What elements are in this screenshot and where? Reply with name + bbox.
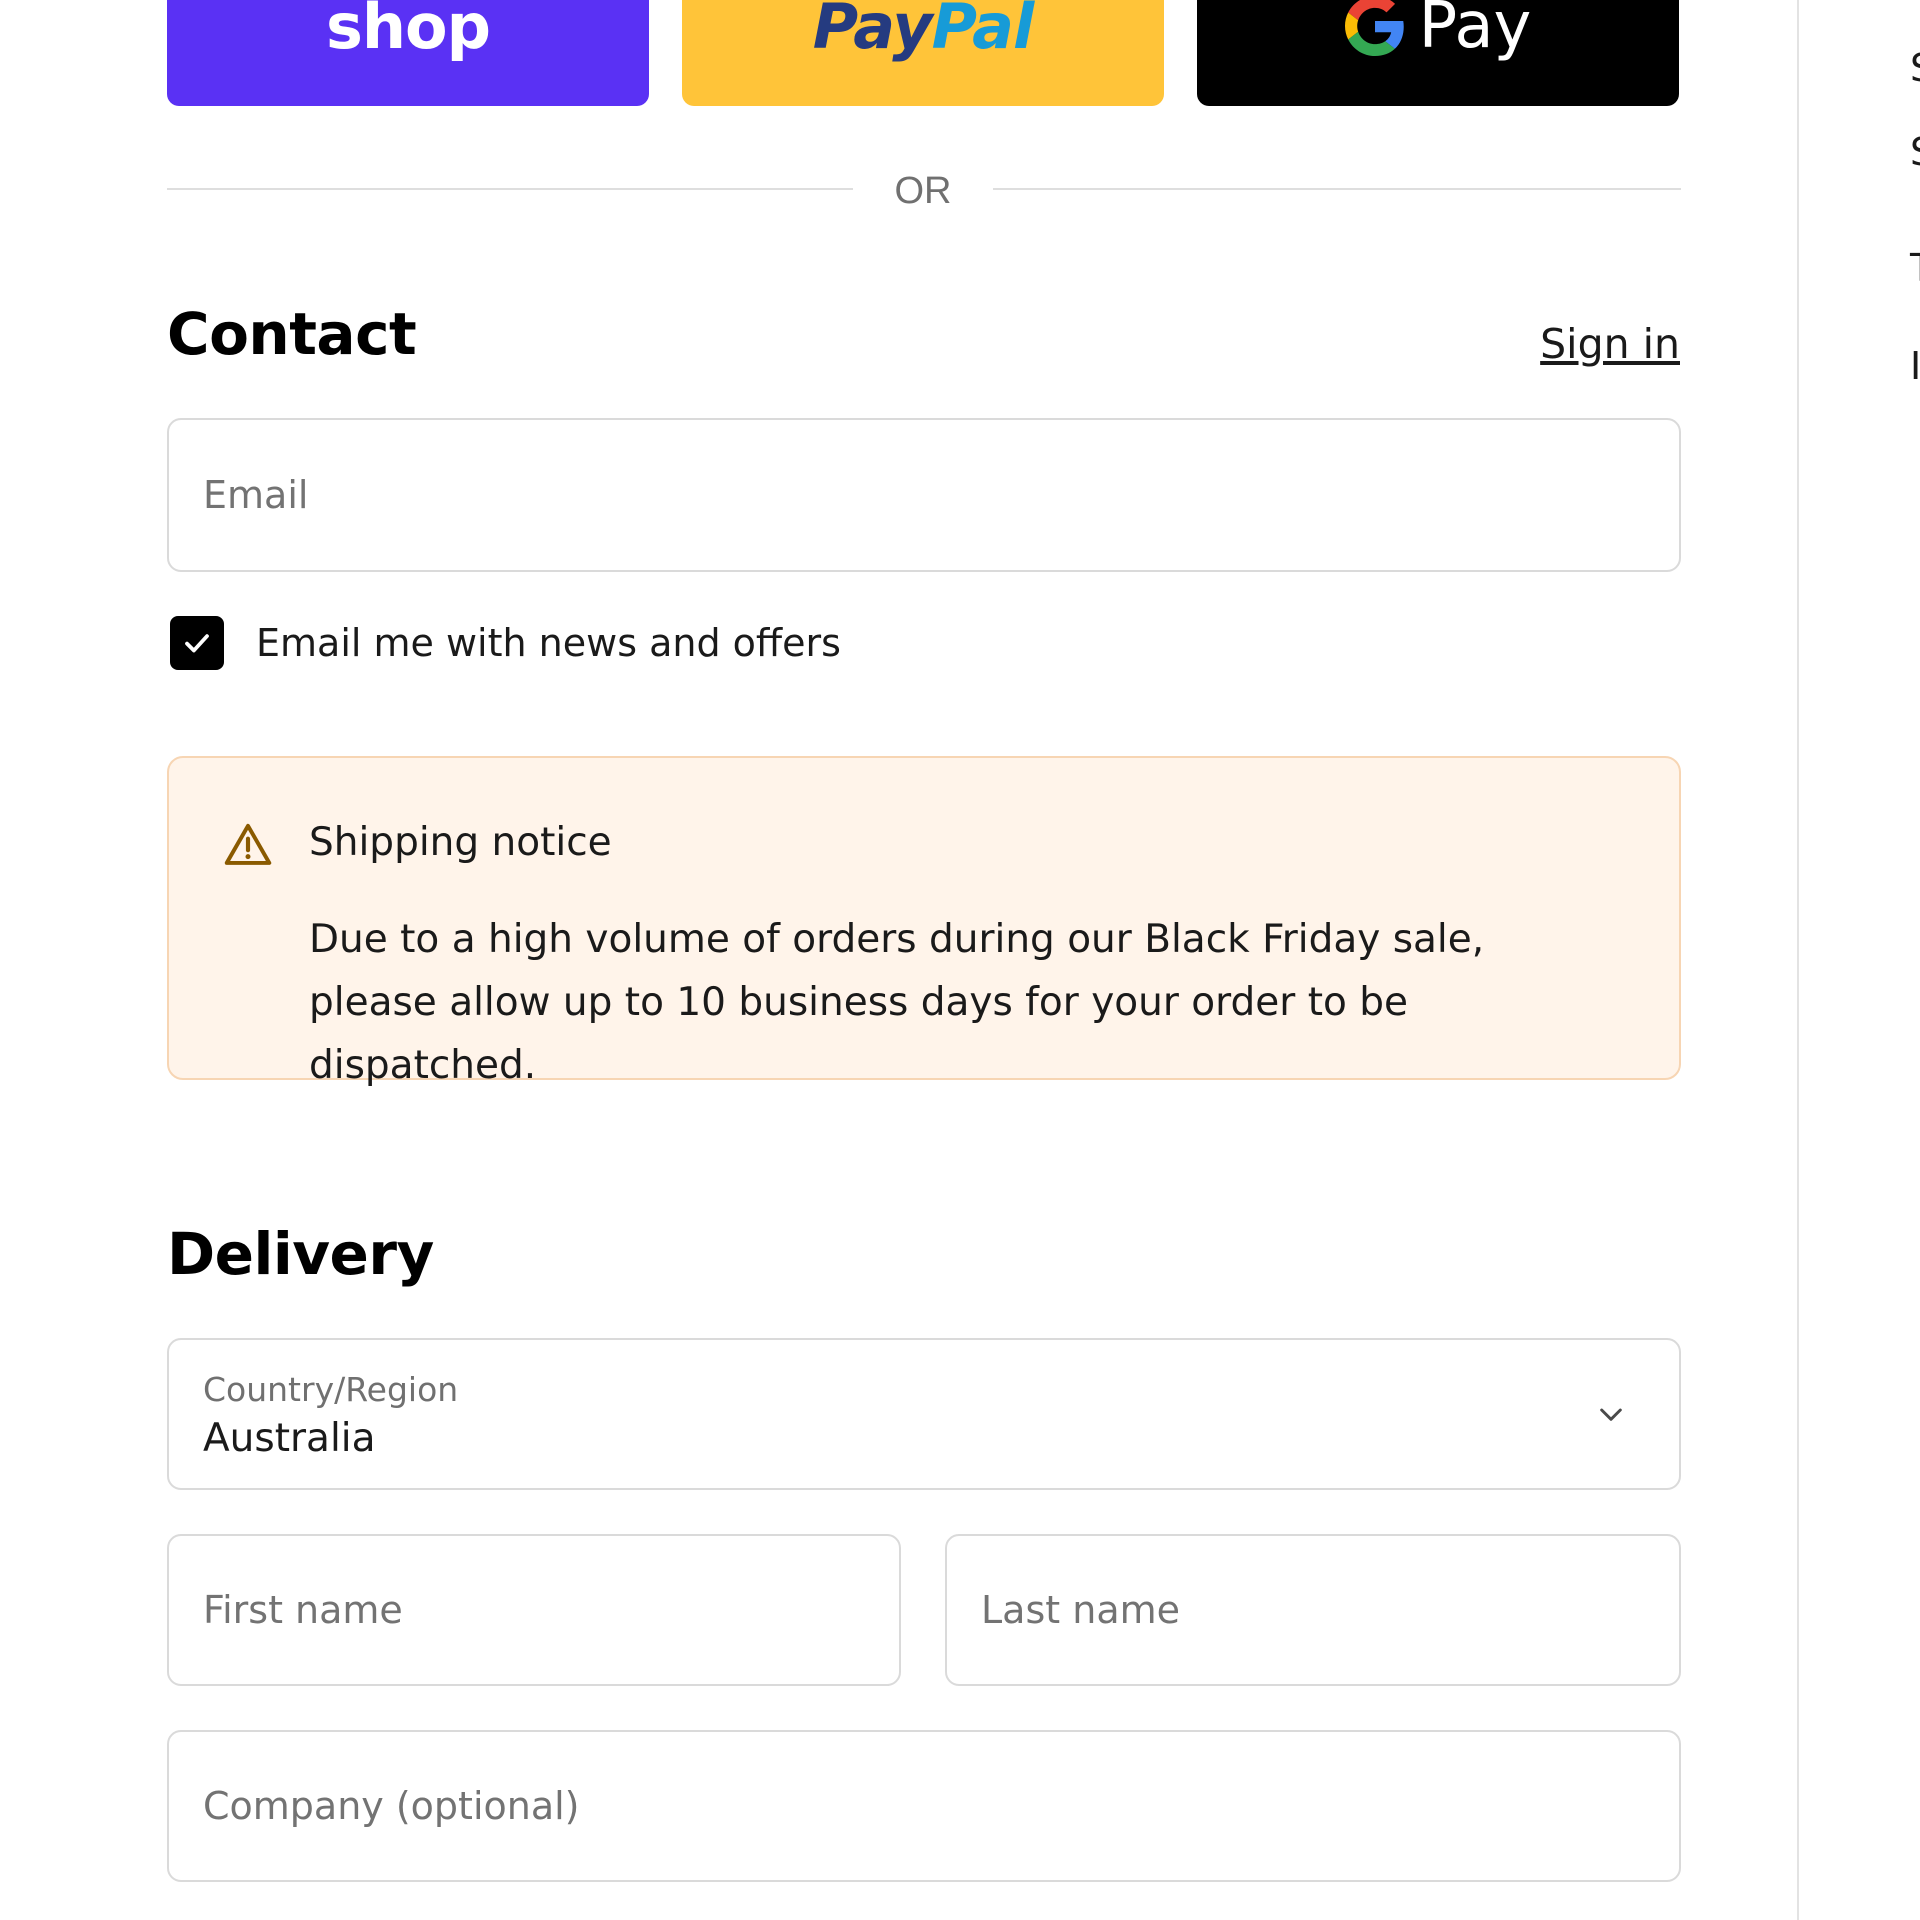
notice-body: Due to a high volume of orders during ou… xyxy=(309,917,1485,1088)
country-region-label: Country/Region xyxy=(203,1370,459,1409)
shop-pay-label: shop xyxy=(325,0,491,63)
order-summary-edge: I xyxy=(1910,344,1920,388)
sign-in-link[interactable]: Sign in xyxy=(1540,320,1680,368)
google-pay-button[interactable]: Pay xyxy=(1197,0,1679,106)
first-name-input[interactable] xyxy=(169,1536,899,1684)
express-checkout: shop PayPal Pay xyxy=(167,0,1681,106)
warning-triangle-icon xyxy=(224,823,272,865)
country-region-select[interactable]: Country/Region Australia xyxy=(167,1338,1681,1490)
order-summary-edge: S xyxy=(1910,46,1920,90)
column-divider xyxy=(1797,0,1799,1920)
delivery-heading: Delivery xyxy=(167,1220,434,1288)
or-divider: OR xyxy=(167,170,1681,212)
divider-line-left xyxy=(167,188,853,190)
country-region-value: Australia xyxy=(203,1416,376,1461)
shipping-notice-banner: Shipping notice Due to a high volume of … xyxy=(167,756,1681,1088)
shop-pay-button[interactable]: shop xyxy=(167,0,649,106)
google-pay-logo: Pay xyxy=(1344,0,1532,63)
newsletter-checkbox[interactable] xyxy=(170,616,224,670)
checkout-page: shop PayPal Pay OR Contact Sign in Email… xyxy=(0,0,1920,1920)
google-g-icon xyxy=(1344,0,1404,56)
paypal-logo: PayPal xyxy=(812,0,1035,63)
chevron-down-icon xyxy=(1600,1408,1622,1421)
last-name-field xyxy=(945,1534,1681,1686)
newsletter-checkbox-label: Email me with news and offers xyxy=(256,621,841,665)
divider-text: OR xyxy=(894,170,952,212)
company-input[interactable] xyxy=(169,1732,1679,1880)
paypal-logo-pay: Pay xyxy=(812,0,933,63)
divider-line-right xyxy=(993,188,1681,190)
newsletter-checkbox-row[interactable]: Email me with news and offers xyxy=(170,616,841,670)
email-input[interactable] xyxy=(169,420,1679,570)
paypal-logo-pal: Pal xyxy=(931,0,1035,63)
order-summary-edge: T xyxy=(1910,246,1920,290)
checkmark-icon xyxy=(185,634,209,653)
last-name-input[interactable] xyxy=(947,1536,1679,1684)
contact-heading: Contact xyxy=(167,300,417,368)
company-field xyxy=(167,1730,1681,1882)
google-pay-label: Pay xyxy=(1418,0,1532,63)
notice-title: Shipping notice xyxy=(309,820,612,865)
order-summary-edge: S xyxy=(1910,130,1920,174)
paypal-button[interactable]: PayPal xyxy=(682,0,1164,106)
first-name-field xyxy=(167,1534,901,1686)
email-field xyxy=(167,418,1681,572)
